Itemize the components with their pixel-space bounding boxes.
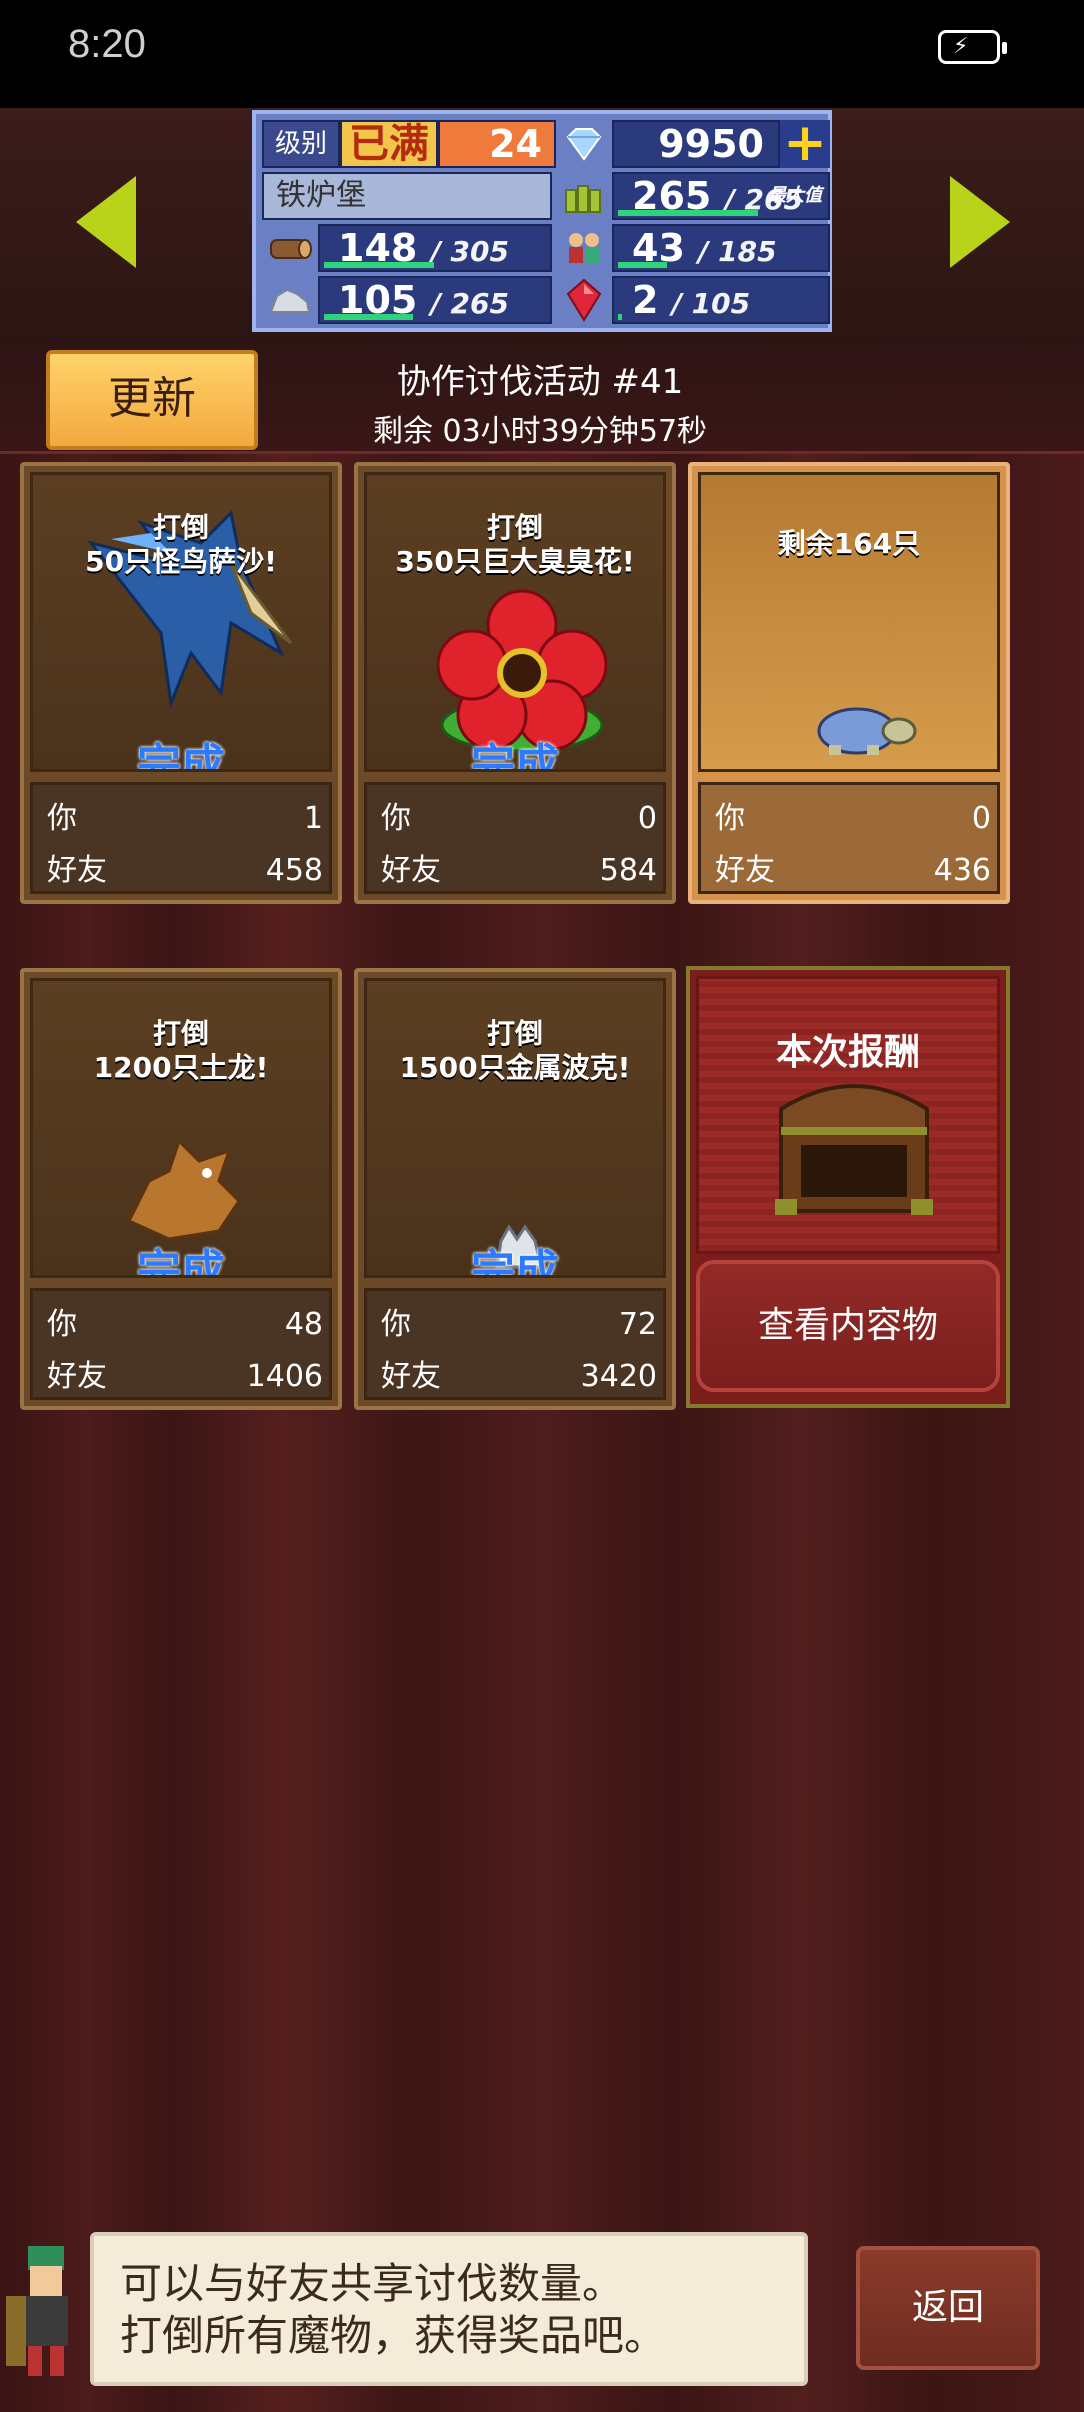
status-bar: 8:20 ⚡ — [0, 0, 1084, 108]
you-count: 1 — [303, 801, 323, 836]
stone-progress-bar — [324, 314, 413, 320]
friends-count: 458 — [265, 853, 323, 888]
friends-row: 好友 436 — [711, 851, 995, 891]
card-goal: 打倒 1200只土龙! — [93, 1017, 269, 1084]
max-tag: 最大值 — [768, 185, 822, 206]
card-stats: 你 72 好友 3420 — [364, 1288, 666, 1400]
wood-icon — [262, 224, 318, 272]
friends-count: 1406 — [246, 1359, 323, 1394]
dragon-monster-icon — [126, 1138, 241, 1241]
monster-art: 打倒 350只巨大臭臭花! 完成 — [364, 472, 666, 772]
level-max-badge: 已满 — [340, 120, 438, 168]
you-row: 你 72 — [377, 1305, 661, 1345]
monster-card-flower[interactable]: 打倒 350只巨大臭臭花! 完成 你0 好友 584 — [354, 462, 676, 904]
wood-value: 148 / 305 — [318, 224, 552, 272]
monster-art: 剩余164只 — [698, 472, 1000, 772]
citizens-icon — [556, 224, 612, 272]
level-label: 级别 — [262, 120, 340, 168]
castle-name: 铁炉堡 — [262, 172, 552, 220]
card-goal: 打倒 350只巨大臭臭花! — [395, 511, 635, 578]
monster-card-dragon[interactable]: 打倒 1200只土龙! 完成 你 48 好友 1406 — [20, 968, 342, 1410]
guide-character-avatar — [6, 2246, 68, 2376]
you-row: 你0 — [711, 799, 995, 839]
you-count: 48 — [284, 1307, 323, 1342]
card-status: 完成 — [137, 740, 225, 772]
reward-title: 本次报酬 — [775, 1032, 920, 1073]
monster-art: 打倒 1500只金属波克! 完成 — [364, 978, 666, 1278]
card-stats: 你0 好友 436 — [698, 782, 1000, 894]
stone-icon — [262, 276, 318, 324]
battery-icon: ⚡ — [938, 30, 1007, 64]
card-stats: 你0 好友 584 — [364, 782, 666, 894]
you-count: 0 — [971, 801, 991, 836]
ruby-value: 2 / 105 — [612, 276, 830, 324]
gem-count: 9950 — [612, 120, 780, 168]
ruby-icon — [556, 276, 612, 324]
card-goal: 打倒 1500只金属波克! — [399, 1017, 631, 1084]
reward-card: 本次报酬 查看内容物 — [686, 966, 1010, 1408]
friends-row: 好友 458 — [43, 851, 327, 891]
update-button[interactable]: 更新 — [46, 350, 258, 450]
monster-card-metal[interactable]: 打倒 1500只金属波克! 完成 你 72 好友 3420 — [354, 968, 676, 1410]
resource-panel: 级别 已满 24 9950 + 铁炉堡 265 / 265 最大值 148 / … — [252, 110, 832, 332]
status-time: 8:20 — [68, 22, 146, 66]
card-status: 完成 — [137, 1246, 225, 1278]
monster-card-bird[interactable]: 打倒 50只怪鸟萨沙! 完成 你1 好友 458 — [20, 462, 342, 904]
you-row: 你1 — [43, 799, 327, 839]
citizens-progress-bar — [618, 262, 667, 268]
friends-count: 584 — [599, 853, 657, 888]
gem-icon — [556, 120, 612, 168]
card-remaining: 剩余164只 — [777, 527, 921, 560]
you-row: 你 48 — [43, 1305, 327, 1345]
monster-art: 打倒 50只怪鸟萨沙! 完成 — [30, 472, 332, 772]
friends-row: 好友 584 — [377, 851, 661, 891]
add-gems-button[interactable]: + — [780, 117, 830, 169]
event-timer: 剩余 03小时39分钟57秒 — [372, 414, 708, 449]
you-count: 72 — [618, 1307, 657, 1342]
treasure-chest-icon — [775, 1084, 933, 1215]
turtle-monster-icon — [817, 707, 917, 755]
hint-line-1: 可以与好友共享讨伐数量。 — [120, 2259, 625, 2308]
hint-line-2: 打倒所有魔物，获得奖品吧。 — [120, 2311, 667, 2360]
event-header: 更新 协作讨伐活动 #41 剩余 03小时39分钟57秒 — [0, 336, 1084, 454]
card-stats: 你 48 好友 1406 — [30, 1288, 332, 1400]
back-button[interactable]: 返回 — [856, 2246, 1040, 2370]
food-value: 265 / 265 最大值 — [612, 172, 830, 220]
prev-arrow-button[interactable] — [76, 176, 136, 268]
level-value: 24 — [438, 120, 556, 168]
food-progress-bar — [618, 210, 758, 216]
next-arrow-button[interactable] — [950, 176, 1010, 268]
card-stats: 你1 好友 458 — [30, 782, 332, 894]
card-status: 完成 — [471, 740, 559, 772]
friends-row: 好友 1406 — [43, 1357, 327, 1397]
card-status: 完成 — [471, 1246, 559, 1278]
you-row: 你0 — [377, 799, 661, 839]
food-icon — [556, 172, 612, 220]
card-goal: 打倒 50只怪鸟萨沙! — [85, 511, 277, 578]
citizens-value: 43 / 185 — [612, 224, 830, 272]
friends-count: 436 — [933, 853, 991, 888]
wood-progress-bar — [324, 262, 434, 268]
game-screen: { "status_bar": {"time": "8:20"}, "resou… — [0, 0, 1084, 2412]
monster-art: 打倒 1200只土龙! 完成 — [30, 978, 332, 1278]
event-title: 协作讨伐活动 #41 — [396, 362, 684, 402]
reward-art: 本次报酬 — [696, 976, 1000, 1254]
monster-card-turtle[interactable]: 剩余164只 你0 好友 436 — [688, 462, 1010, 904]
ruby-progress-bar — [618, 314, 622, 320]
friends-count: 3420 — [580, 1359, 657, 1394]
friends-row: 好友 3420 — [377, 1357, 661, 1397]
view-contents-button[interactable]: 查看内容物 — [696, 1260, 1000, 1392]
stone-value: 105 / 265 — [318, 276, 552, 324]
you-count: 0 — [637, 801, 657, 836]
hint-dialog: 可以与好友共享讨伐数量。 打倒所有魔物，获得奖品吧。 — [90, 2232, 808, 2386]
